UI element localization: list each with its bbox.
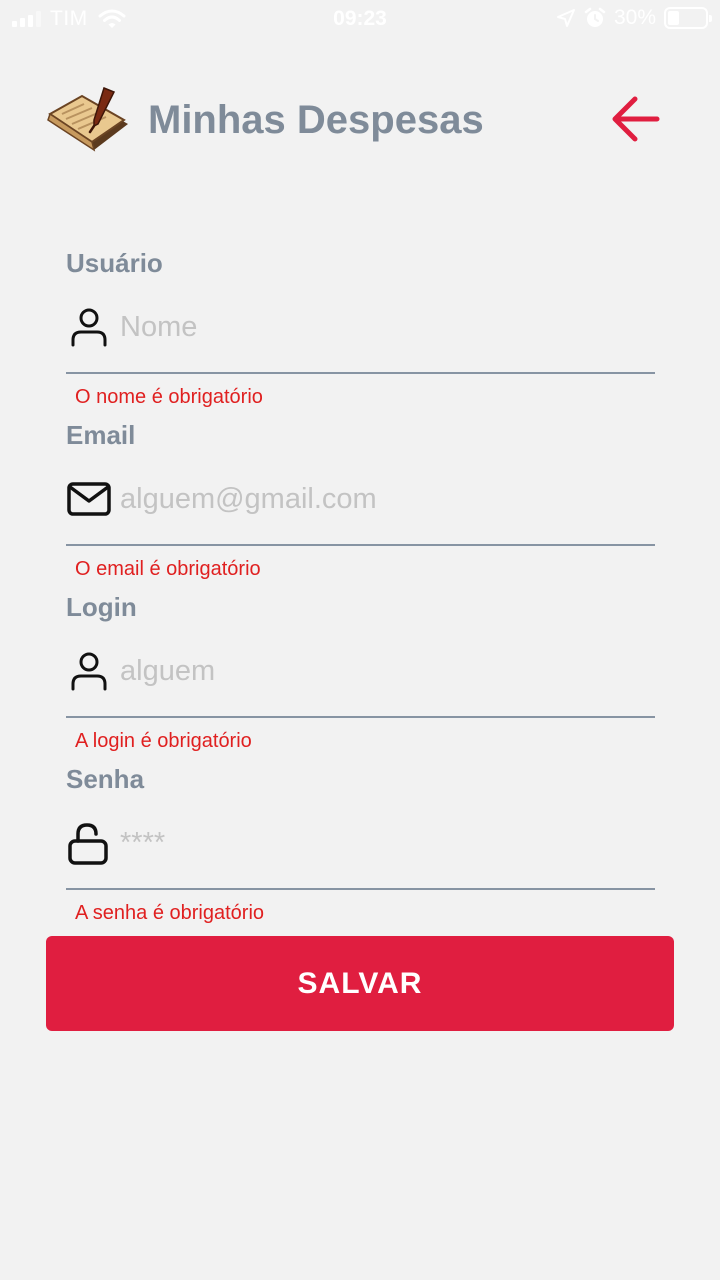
notebook-quill-icon — [47, 87, 128, 152]
field-label: Login — [66, 592, 137, 622]
status-bar: TIM 09:23 30% — [0, 0, 720, 40]
back-button[interactable] — [600, 84, 670, 154]
field-error: O email é obrigatório — [75, 558, 261, 580]
name-input[interactable] — [120, 304, 640, 350]
field-error: A login é obrigatório — [75, 730, 252, 752]
status-right: 30% — [556, 6, 712, 30]
location-arrow-icon — [556, 9, 575, 27]
field-input-row — [66, 808, 655, 890]
field-login: Login A login é obrigatório — [66, 592, 655, 764]
password-input[interactable] — [120, 820, 640, 866]
field-error: O nome é obrigatório — [75, 386, 263, 408]
envelope-icon — [67, 482, 111, 516]
field-label: Email — [66, 420, 136, 450]
battery-level-fill — [668, 11, 679, 25]
save-button[interactable]: SALVAR — [46, 936, 674, 1031]
app-title: Minhas Despesas — [148, 98, 484, 142]
battery-percent: 30% — [613, 6, 656, 29]
user-icon — [71, 652, 107, 691]
field-input-row — [66, 464, 655, 546]
field-label: Usuário — [66, 248, 163, 278]
field-error: A senha é obrigatório — [75, 902, 265, 924]
register-form: Usuário O nome é obrigatório Email O ema… — [66, 248, 655, 936]
field-label: Senha — [66, 764, 145, 794]
battery-icon — [664, 7, 712, 29]
field-email: Email O email é obrigatório — [66, 420, 655, 592]
app-header: Minhas Despesas — [0, 80, 720, 160]
field-input-row — [66, 292, 655, 374]
field-input-row — [66, 636, 655, 718]
login-input[interactable] — [120, 648, 640, 694]
arrow-left-icon — [612, 96, 660, 142]
alarm-icon — [584, 7, 606, 27]
field-senha: Senha A senha é obrigatório — [66, 764, 655, 936]
email-input[interactable] — [120, 476, 640, 522]
unlock-icon — [68, 823, 108, 865]
user-icon — [71, 308, 107, 347]
field-usuario: Usuário O nome é obrigatório — [66, 248, 655, 420]
